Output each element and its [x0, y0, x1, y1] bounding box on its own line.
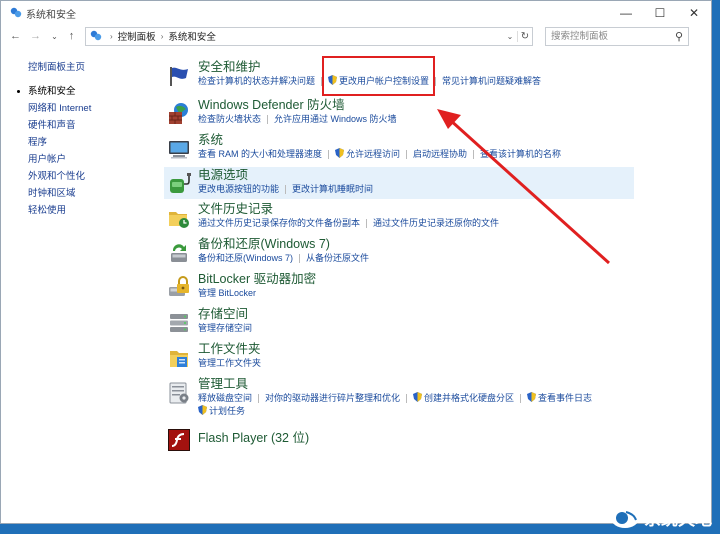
search-input[interactable] — [546, 29, 670, 43]
sidebar-item-network[interactable]: 网络和 Internet — [28, 100, 148, 117]
control-panel-window: 系统和安全 — ☐ ✕ ← → ⌄ ↑ › 控制面板 › 系统和安全 ⌄ ↻ ⚲… — [0, 0, 712, 524]
link-allow-app-firewall[interactable]: 允许应用通过 Windows 防火墙 — [274, 114, 397, 124]
category-title[interactable]: Windows Defender 防火墙 — [198, 97, 634, 113]
forward-arrow-icon[interactable]: → — [28, 30, 43, 42]
link-power-button[interactable]: 更改电源按钮的功能 — [198, 184, 279, 194]
breadcrumb-system-security[interactable]: 系统和安全 — [168, 29, 216, 43]
maximize-button[interactable]: ☐ — [643, 1, 677, 25]
link-sleep-time[interactable]: 更改计算机睡眠时间 — [292, 184, 373, 194]
file-history-icon — [169, 212, 189, 228]
category-work-folders: 工作文件夹 管理工作文件夹 — [164, 341, 634, 375]
category-admin-tools: 管理工具 释放磁盘空间 对你的驱动器进行碎片整理和优化 创建并格式化硬盘分区 查看事件… — [164, 376, 634, 422]
search-icon[interactable]: ⚲ — [670, 30, 688, 43]
bitlocker-icon — [169, 276, 189, 296]
address-bar[interactable]: › 控制面板 › 系统和安全 ⌄ ↻ — [85, 26, 533, 46]
back-arrow-icon[interactable]: ← — [8, 30, 23, 42]
uac-shield-icon — [335, 148, 345, 158]
recent-locations-icon[interactable]: ⌄ — [47, 32, 62, 41]
link-restore-from-backup[interactable]: 从备份还原文件 — [306, 253, 369, 263]
category-title[interactable]: 管理工具 — [198, 376, 634, 392]
control-panel-icon — [90, 30, 102, 41]
link-create-format-partition[interactable]: 创建并格式化硬盘分区 — [424, 393, 514, 403]
link-manage-work-folders[interactable]: 管理工作文件夹 — [198, 358, 261, 368]
highlight-annotation-box — [322, 56, 435, 96]
uac-shield-icon — [413, 392, 423, 402]
storage-icon — [170, 314, 188, 332]
link-troubleshoot[interactable]: 常见计算机问题疑难解答 — [442, 76, 541, 86]
breadcrumb-separator-icon[interactable]: › — [110, 32, 113, 41]
category-title[interactable]: 工作文件夹 — [198, 341, 634, 357]
uac-shield-icon — [198, 405, 207, 415]
category-storage-spaces: 存储空间 管理存储空间 — [164, 306, 634, 340]
navigation-bar: ← → ⌄ ↑ › 控制面板 › 系统和安全 ⌄ ↻ ⚲ — [1, 25, 711, 47]
sidebar-item-clock-region[interactable]: 时钟和区域 — [28, 185, 148, 202]
link-allow-remote-access[interactable]: 允许远程访问 — [346, 149, 400, 159]
sidebar-item-system-security[interactable]: 系统和安全 — [17, 83, 148, 100]
category-list: 安全和维护 检查计算机的状态并解决问题 更改用户帐户控制设置 常见计算机问题疑难解答… — [164, 59, 634, 456]
sidebar: 控制面板主页 系统和安全 网络和 Internet 硬件和声音 程序 用户帐户 … — [17, 59, 148, 219]
window-title: 系统和安全 — [26, 9, 76, 21]
link-free-disk-space[interactable]: 释放磁盘空间 — [198, 393, 252, 403]
firewall-icon — [169, 103, 188, 124]
watermark-text: 系统天地 — [644, 510, 712, 529]
link-restore-files[interactable]: 通过文件历史记录还原你的文件 — [373, 218, 499, 228]
link-view-ram-cpu[interactable]: 查看 RAM 的大小和处理器速度 — [198, 149, 322, 159]
breadcrumb-control-panel[interactable]: 控制面板 — [118, 29, 156, 43]
category-title[interactable]: BitLocker 驱动器加密 — [198, 271, 634, 287]
category-title[interactable]: 系统 — [198, 132, 634, 148]
breadcrumb-separator-icon[interactable]: › — [161, 32, 164, 41]
category-power-options: 电源选项 更改电源按钮的功能 更改计算机睡眠时间 — [164, 167, 634, 199]
category-flash-player: Flash Player (32 位) — [164, 426, 634, 456]
sidebar-item-programs[interactable]: 程序 — [28, 134, 148, 151]
backup-icon — [171, 244, 187, 262]
system-icon — [169, 141, 189, 159]
sidebar-item-hardware[interactable]: 硬件和声音 — [28, 117, 148, 134]
watermark-globe-icon — [611, 507, 639, 528]
category-system: 系统 查看 RAM 的大小和处理器速度 允许远程访问 启动远程协助 查看该计算机的名称 — [164, 132, 634, 166]
category-bitlocker: BitLocker 驱动器加密 管理 BitLocker — [164, 271, 634, 305]
admin-tools-icon — [169, 382, 189, 404]
flash-icon — [168, 429, 190, 451]
minimize-button[interactable]: — — [609, 1, 643, 25]
sidebar-home-link[interactable]: 控制面板主页 — [28, 59, 148, 76]
power-icon — [170, 173, 191, 193]
category-title[interactable]: 电源选项 — [198, 167, 634, 183]
category-title[interactable]: 备份和还原(Windows 7) — [198, 236, 634, 252]
category-firewall: Windows Defender 防火墙 检查防火墙状态 允许应用通过 Windo… — [164, 97, 634, 131]
close-button[interactable]: ✕ — [677, 1, 711, 25]
search-box[interactable]: ⚲ — [545, 26, 689, 46]
up-arrow-icon[interactable]: ↑ — [64, 30, 79, 42]
category-title[interactable]: Flash Player (32 位) — [198, 426, 634, 450]
link-view-event-logs[interactable]: 查看事件日志 — [538, 393, 592, 403]
watermark-logo: 系统天地 — [610, 505, 712, 530]
sidebar-item-ease-of-access[interactable]: 轻松使用 — [28, 202, 148, 219]
link-manage-storage[interactable]: 管理存储空间 — [198, 323, 252, 333]
link-check-firewall[interactable]: 检查防火墙状态 — [198, 114, 261, 124]
link-schedule-tasks[interactable]: 计划任务 — [209, 406, 245, 416]
address-dropdown-icon[interactable]: ⌄ — [502, 31, 517, 41]
sidebar-item-appearance[interactable]: 外观和个性化 — [28, 168, 148, 185]
category-file-history: 文件历史记录 通过文件历史记录保存你的文件备份副本 通过文件历史记录还原你的文件 — [164, 201, 634, 235]
control-panel-icon — [10, 7, 22, 18]
category-backup-restore: 备份和还原(Windows 7) 备份和还原(Windows 7) 从备份还原文件 — [164, 236, 634, 270]
work-folder-icon — [170, 351, 188, 367]
link-defragment-drives[interactable]: 对你的驱动器进行碎片整理和优化 — [265, 393, 400, 403]
sidebar-item-user-accounts[interactable]: 用户帐户 — [28, 151, 148, 168]
link-save-backup-copies[interactable]: 通过文件历史记录保存你的文件备份副本 — [198, 218, 360, 228]
category-title[interactable]: 文件历史记录 — [198, 201, 634, 217]
link-computer-name[interactable]: 查看该计算机的名称 — [480, 149, 561, 159]
title-bar: 系统和安全 — ☐ ✕ — [1, 1, 711, 25]
link-check-status[interactable]: 检查计算机的状态并解决问题 — [198, 76, 315, 86]
category-title[interactable]: 存储空间 — [198, 306, 634, 322]
uac-shield-icon — [527, 392, 537, 402]
link-manage-bitlocker[interactable]: 管理 BitLocker — [198, 288, 256, 298]
flag-icon — [170, 67, 188, 86]
refresh-icon[interactable]: ↻ — [517, 30, 532, 42]
link-backup-restore-win7[interactable]: 备份和还原(Windows 7) — [198, 253, 293, 263]
link-remote-assistance[interactable]: 启动远程协助 — [413, 149, 467, 159]
